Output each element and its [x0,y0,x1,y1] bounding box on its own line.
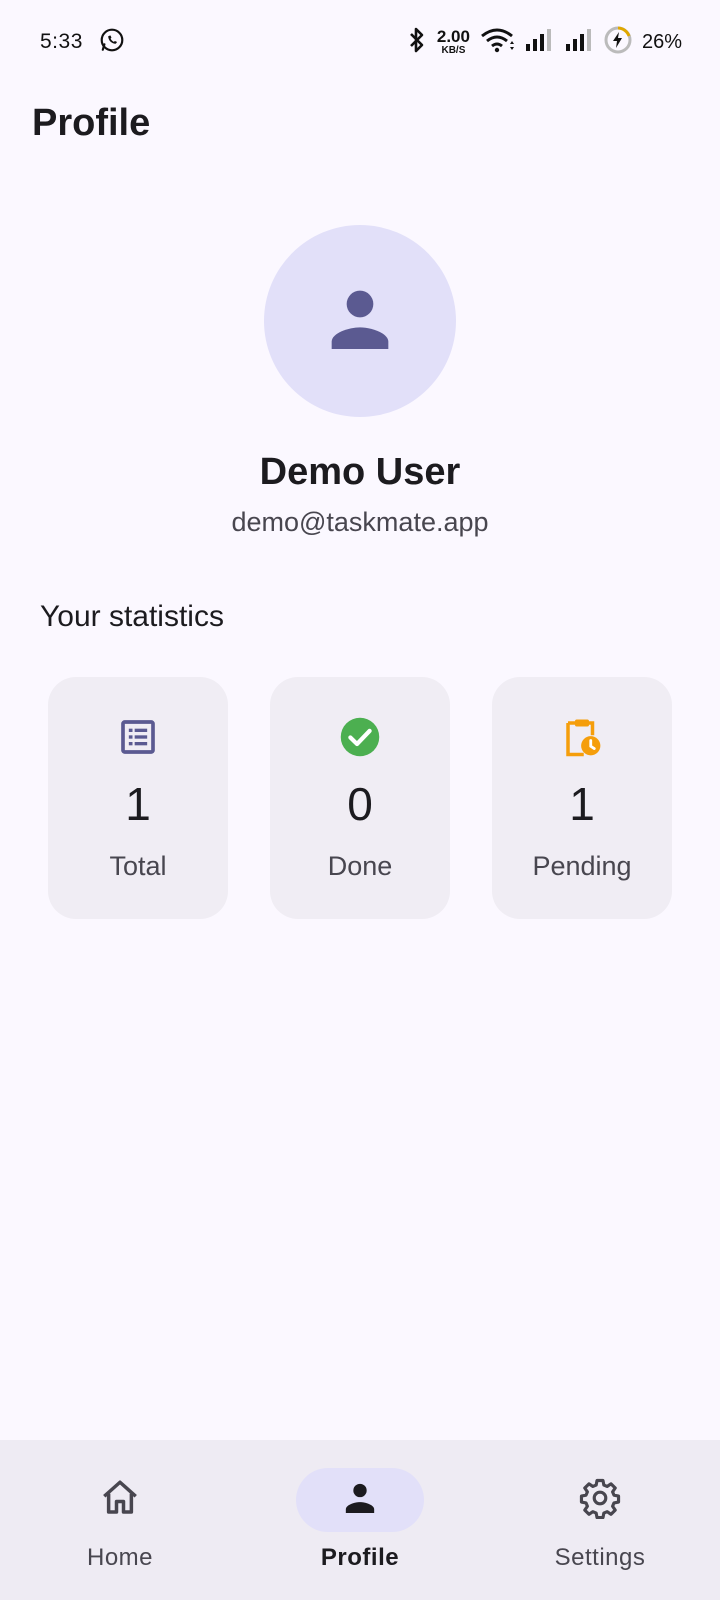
clipboard-clock-icon [561,715,603,759]
signal-icon [564,27,594,58]
gear-icon [579,1477,621,1524]
status-bar: 5:33 2.00 KB/S 26% [0,0,720,84]
status-time: 5:33 [40,30,83,53]
stat-label: Pending [532,851,632,881]
nav-item-profile[interactable]: Profile [240,1440,480,1600]
stat-label: Total [109,851,167,881]
nav-item-settings[interactable]: Settings [480,1440,720,1600]
bottom-navigation: Home Profile Settings [0,1440,720,1600]
avatar [264,225,456,417]
statistics-title: Your statistics [40,600,224,633]
nav-indicator [56,1468,184,1532]
wifi-icon [480,27,514,58]
person-icon [340,1478,380,1523]
bluetooth-icon [407,26,427,59]
stat-label: Done [327,851,393,881]
nav-indicator [296,1468,424,1532]
check-circle-icon [339,715,381,759]
user-email: demo@taskmate.app [231,507,489,537]
whatsapp-icon [99,27,125,58]
nav-label-home: Home [86,1544,154,1571]
home-icon [99,1477,141,1524]
battery-charging-icon [604,26,632,59]
nav-label-settings: Settings [554,1544,646,1571]
nav-indicator [536,1468,664,1532]
stat-value: 0 [347,778,373,830]
battery-percent: 26% [641,30,682,53]
nav-label-profile: Profile [320,1544,400,1571]
stat-card-total: 1 Total [48,677,228,919]
user-name: Demo User [259,451,461,493]
page-title: Profile [32,102,151,144]
stat-value: 1 [569,778,595,830]
stat-card-pending: 1 Pending [492,677,672,919]
nav-item-home[interactable]: Home [0,1440,240,1600]
stat-card-done: 0 Done [270,677,450,919]
statistics-row: 1 Total 0 Done 1 Pending [48,677,672,919]
profile-screen: 5:33 2.00 KB/S 26% Profile Demo User dem… [0,0,720,1600]
signal-icon [524,27,554,58]
list-icon [118,715,158,759]
person-icon [320,279,400,364]
network-speed: 2.00 KB/S [436,27,470,56]
stat-value: 1 [125,778,151,830]
